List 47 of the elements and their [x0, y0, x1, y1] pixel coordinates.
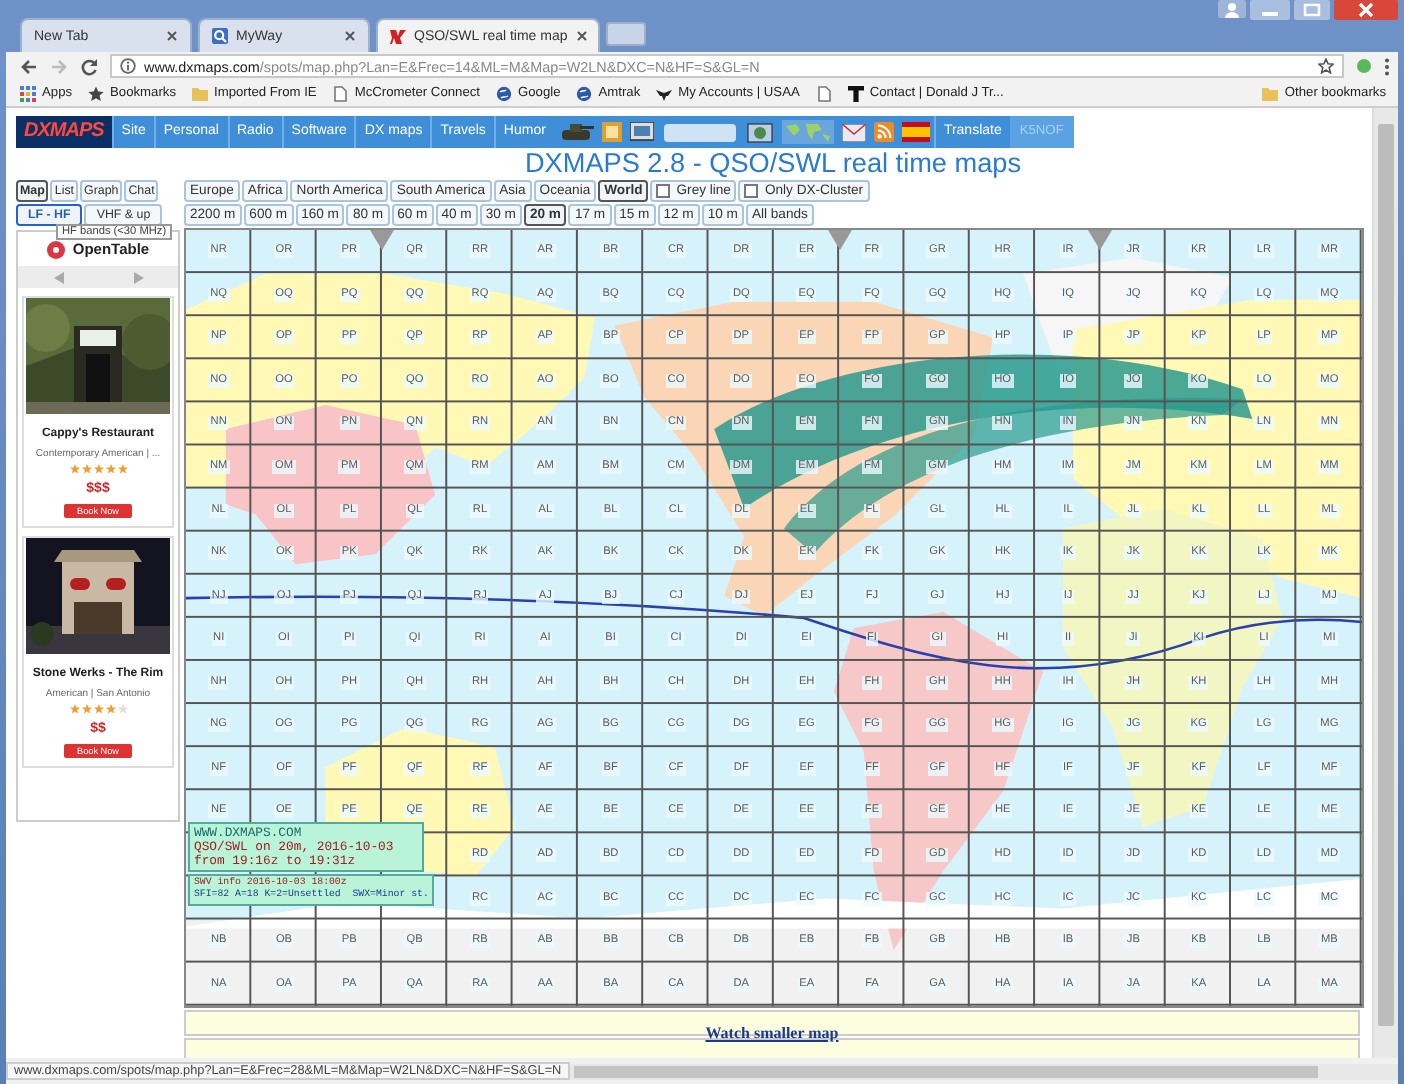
globe-camera-icon[interactable] [745, 121, 774, 143]
page-icon[interactable] [815, 85, 832, 101]
globe-icon [576, 85, 593, 101]
close-icon[interactable] [1334, 0, 1398, 20]
reload-icon[interactable] [80, 57, 98, 75]
maximize-icon[interactable] [1294, 0, 1330, 20]
flag-icon[interactable] [901, 122, 930, 142]
close-icon [166, 30, 178, 42]
eagle-icon [656, 85, 673, 101]
photo-frame-icon[interactable] [601, 122, 622, 142]
tank-icon[interactable] [557, 120, 594, 144]
watch-smaller-map-link[interactable]: Watch smaller map [705, 1024, 839, 1042]
back-arrow-icon[interactable] [20, 57, 38, 75]
folder-icon [192, 85, 209, 101]
apps-grid-icon [20, 85, 36, 101]
opentable-logo-icon [46, 239, 67, 259]
globe-icon [496, 85, 512, 101]
extension-icon[interactable] [1356, 58, 1372, 74]
folder-icon [1262, 85, 1279, 101]
triangle-marker-icon [370, 230, 394, 250]
close-icon [344, 30, 356, 42]
checkbox[interactable] [744, 183, 759, 197]
mail-icon[interactable] [841, 123, 866, 141]
menu-icon[interactable] [1384, 57, 1390, 75]
site-logo[interactable]: DXMAPS [16, 116, 112, 148]
triangle-marker-icon [1088, 230, 1113, 250]
star-icon [88, 85, 105, 101]
info-icon [120, 58, 136, 74]
magnifier-icon [212, 28, 228, 44]
forward-arrow-icon[interactable] [50, 57, 68, 75]
close-icon [575, 30, 588, 42]
user-icon[interactable] [1218, 0, 1246, 18]
vertical-scrollbar[interactable] [1372, 108, 1398, 1058]
search-field[interactable] [663, 123, 736, 141]
letter-t-icon [847, 85, 864, 101]
rss-icon[interactable] [873, 122, 894, 142]
horizontal-scrollbar[interactable] [569, 1063, 1398, 1079]
next-icon[interactable] [133, 271, 143, 283]
page-title: DXMAPS 2.8 - QSO/SWL real time maps [522, 148, 1024, 178]
checkbox[interactable] [656, 183, 671, 197]
page-icon [332, 85, 349, 101]
triangle-marker-icon [827, 230, 852, 250]
previous-icon[interactable] [53, 271, 63, 283]
star-icon[interactable] [1318, 58, 1334, 74]
monitor-icon[interactable] [629, 122, 654, 142]
minimize-icon[interactable] [1250, 0, 1290, 20]
site-logo-icon [390, 28, 406, 44]
